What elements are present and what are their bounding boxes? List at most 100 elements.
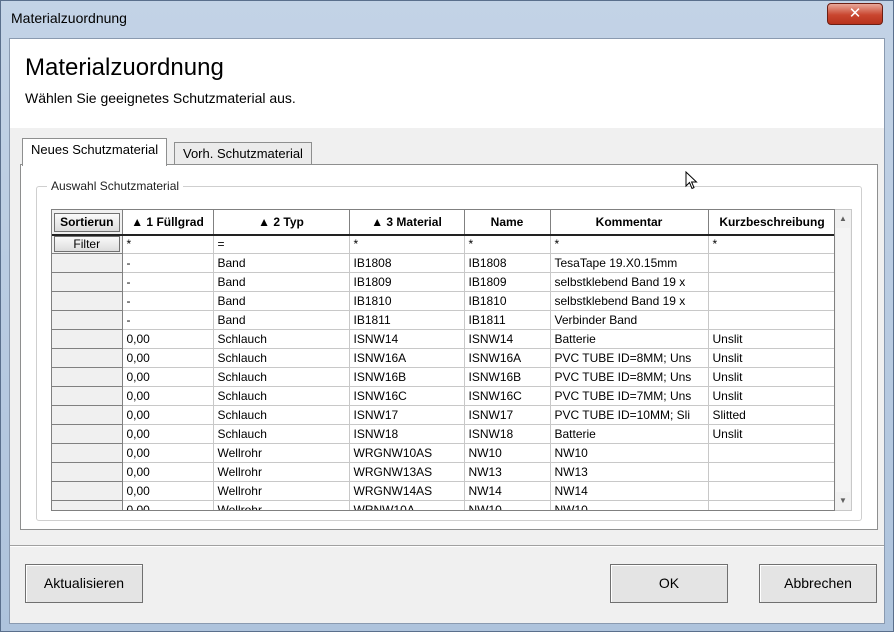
row-header-cell[interactable] [52,272,123,292]
table-row[interactable]: - Band IB1811 IB1811 Verbinder Band [52,310,834,330]
cell-typ[interactable]: Wellrohr [213,462,350,482]
cell-kommentar[interactable]: PVC TUBE ID=7MM; Uns [550,386,709,406]
column-header-material[interactable]: ▲ 3 Material [349,210,465,236]
filter-button[interactable]: Filter [53,236,120,252]
table-row[interactable]: - Band IB1810 IB1810 selbstklebend Band 19 x [52,291,834,311]
cell-name[interactable]: IB1809 [464,272,551,292]
cell-kommentar[interactable]: PVC TUBE ID=10MM; Sli [550,405,709,425]
filter-cell-fuellgrad[interactable]: * [122,235,214,254]
row-header-cell[interactable] [52,348,123,368]
scroll-up-icon[interactable]: ▲ [835,211,851,227]
cell-kommentar[interactable]: selbstklebend Band 19 x [550,272,709,292]
cell-kurzbeschreibung[interactable] [708,253,834,273]
table-row[interactable]: 0,00 Schlauch ISNW16B ISNW16B PVC TUBE ID=8M… [52,367,834,387]
material-grid[interactable]: Sortierun ▲ 1 Füllgrad ▲ 2 Typ ▲ 3 Mater… [51,209,835,511]
column-header-name[interactable]: Name [464,210,551,236]
row-header-cell[interactable] [52,462,123,482]
cancel-button[interactable]: Abbrechen [759,564,877,603]
cell-kommentar[interactable]: Batterie [550,424,709,444]
tab-vorh-schutzmaterial[interactable]: Vorh. Schutzmaterial [174,142,312,166]
cell-kommentar[interactable]: Batterie [550,329,709,349]
cell-kurzbeschreibung[interactable]: Slitted [708,405,834,425]
cell-kurzbeschreibung[interactable]: Unslit [708,367,834,387]
cell-material[interactable]: ISNW16C [349,386,465,406]
filter-cell-name[interactable]: * [464,235,551,254]
cell-kommentar[interactable]: Verbinder Band [550,310,709,330]
cell-fuellgrad[interactable]: 0,00 [122,329,214,349]
cell-kurzbeschreibung[interactable]: Unslit [708,329,834,349]
cell-name[interactable]: ISNW16C [464,386,551,406]
refresh-button[interactable]: Aktualisieren [25,564,143,603]
cell-material[interactable]: ISNW16A [349,348,465,368]
cell-typ[interactable]: Wellrohr [213,500,350,510]
cell-typ[interactable]: Wellrohr [213,481,350,501]
cell-typ[interactable]: Band [213,310,350,330]
cell-material[interactable]: IB1808 [349,253,465,273]
table-row[interactable]: 0,00 Schlauch ISNW14 ISNW14 Batterie Unslit [52,329,834,349]
cell-name[interactable]: NW10 [464,500,551,510]
cell-material[interactable]: ISNW18 [349,424,465,444]
cell-fuellgrad[interactable]: 0,00 [122,348,214,368]
cell-typ[interactable]: Schlauch [213,405,350,425]
cell-kommentar[interactable]: PVC TUBE ID=8MM; Uns [550,367,709,387]
cell-kurzbeschreibung[interactable]: Unslit [708,348,834,368]
cell-fuellgrad[interactable]: 0,00 [122,405,214,425]
cell-kommentar[interactable]: PVC TUBE ID=8MM; Uns [550,348,709,368]
cell-kurzbeschreibung[interactable]: Unslit [708,386,834,406]
cell-kurzbeschreibung[interactable] [708,310,834,330]
table-row[interactable]: 0,00 Schlauch ISNW16C ISNW16C PVC TUBE ID=7M… [52,386,834,406]
cell-kurzbeschreibung[interactable] [708,272,834,292]
cell-fuellgrad[interactable]: 0,00 [122,386,214,406]
cell-material[interactable]: ISNW16B [349,367,465,387]
column-header-kurzbeschreibung[interactable]: Kurzbeschreibung [708,210,834,236]
table-row[interactable]: - Band IB1809 IB1809 selbstklebend Band 19 x [52,272,834,292]
cell-material[interactable]: IB1810 [349,291,465,311]
cell-name[interactable]: ISNW18 [464,424,551,444]
cell-fuellgrad[interactable]: - [122,291,214,311]
table-row[interactable]: 0,00 Wellrohr WRGNW10AS NW10 NW10 [52,443,834,463]
column-header-kommentar[interactable]: Kommentar [550,210,709,236]
cell-fuellgrad[interactable]: - [122,272,214,292]
cell-kommentar[interactable]: NW14 [550,481,709,501]
cell-typ[interactable]: Schlauch [213,348,350,368]
table-row[interactable]: 0,00 Schlauch ISNW17 ISNW17 PVC TUBE ID=10MM… [52,405,834,425]
cell-fuellgrad[interactable]: 0,00 [122,462,214,482]
row-header-cell[interactable] [52,367,123,387]
cell-kurzbeschreibung[interactable] [708,291,834,311]
cell-typ[interactable]: Schlauch [213,367,350,387]
cell-name[interactable]: ISNW16B [464,367,551,387]
table-row[interactable]: 0,00 Wellrohr WRNW10A NW10 NW10 [52,500,834,510]
cell-kurzbeschreibung[interactable] [708,481,834,501]
table-row[interactable]: 0,00 Schlauch ISNW18 ISNW18 Batterie Unslit [52,424,834,444]
grid-vertical-scrollbar[interactable]: ▲ ▼ [835,209,852,511]
row-header-cell[interactable] [52,253,123,273]
cell-name[interactable]: IB1808 [464,253,551,273]
cell-typ[interactable]: Band [213,291,350,311]
cell-fuellgrad[interactable]: 0,00 [122,481,214,501]
cell-name[interactable]: ISNW16A [464,348,551,368]
filter-cell-kurzbeschreibung[interactable]: * [708,235,834,254]
cell-name[interactable]: ISNW17 [464,405,551,425]
cell-typ[interactable]: Band [213,253,350,273]
cell-typ[interactable]: Band [213,272,350,292]
cell-fuellgrad[interactable]: 0,00 [122,443,214,463]
cell-name[interactable]: ISNW14 [464,329,551,349]
table-row[interactable]: 0,00 Schlauch ISNW16A ISNW16A PVC TUBE ID=8M… [52,348,834,368]
row-header-cell[interactable] [52,405,123,425]
cell-fuellgrad[interactable]: 0,00 [122,424,214,444]
cell-material[interactable]: ISNW14 [349,329,465,349]
cell-kurzbeschreibung[interactable]: Unslit [708,424,834,444]
row-header-cell[interactable] [52,443,123,463]
ok-button[interactable]: OK [610,564,728,603]
row-header-cell[interactable] [52,310,123,330]
cell-typ[interactable]: Schlauch [213,424,350,444]
cell-kommentar[interactable]: NW10 [550,500,709,510]
cell-material[interactable]: WRGNW10AS [349,443,465,463]
cell-typ[interactable]: Schlauch [213,329,350,349]
cell-material[interactable]: IB1811 [349,310,465,330]
table-row[interactable]: 0,00 Wellrohr WRGNW13AS NW13 NW13 [52,462,834,482]
row-header-cell[interactable] [52,291,123,311]
cell-kommentar[interactable]: NW10 [550,443,709,463]
table-row[interactable]: - Band IB1808 IB1808 TesaTape 19.X0.15mm [52,253,834,273]
filter-cell-kommentar[interactable]: * [550,235,709,254]
